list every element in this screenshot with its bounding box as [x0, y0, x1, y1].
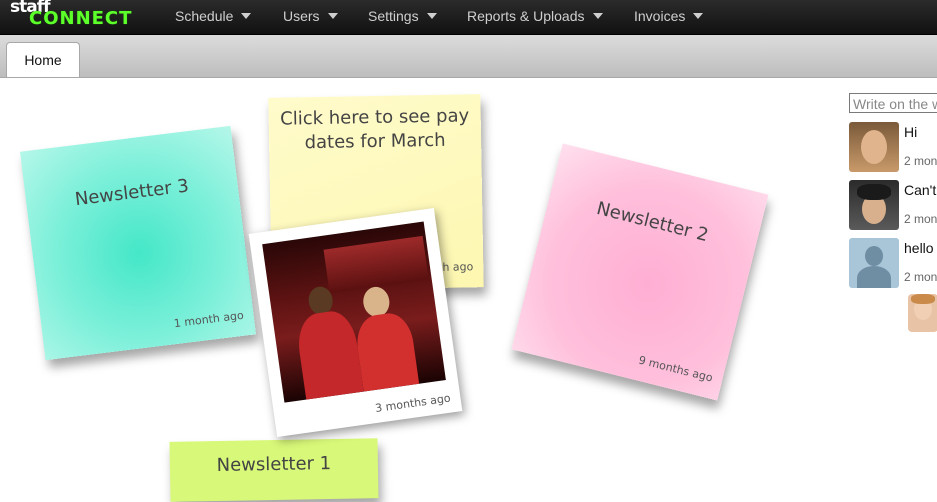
note-timestamp: 9 months ago — [637, 353, 715, 385]
sticky-note-newsletter-2[interactable]: Newsletter 2 9 months ago — [511, 143, 769, 401]
avatar[interactable] — [908, 294, 937, 332]
nav-schedule[interactable]: Schedule — [175, 0, 252, 34]
chevron-down-icon — [241, 13, 252, 19]
note-title: Newsletter 1 — [216, 453, 332, 476]
photo-person-body — [353, 310, 420, 398]
chevron-down-icon — [693, 13, 704, 19]
photo-timestamp: 3 months ago — [374, 391, 452, 416]
wall-post-time: 2 months ago — [904, 270, 937, 284]
nav-invoices[interactable]: Invoices — [634, 0, 704, 34]
top-navbar: staff CONNECT Schedule Users Settings Re… — [0, 0, 937, 35]
wall-post-text: hello — [904, 240, 934, 256]
wall-post-text: Can't wait — [904, 182, 937, 198]
nav-reports-uploads[interactable]: Reports & Uploads — [467, 0, 603, 34]
wall-post[interactable]: hello 2 months ago — [849, 238, 937, 293]
nav-schedule-label: Schedule — [175, 8, 234, 24]
chevron-down-icon — [592, 13, 603, 19]
tab-bar — [0, 35, 937, 78]
photo-banner — [323, 235, 429, 294]
logo-connect-text: CONNECT — [29, 8, 133, 29]
staff-connect-logo[interactable]: staff CONNECT — [10, 0, 155, 34]
nav-users[interactable]: Users — [283, 0, 338, 34]
tab-home[interactable]: Home — [6, 42, 80, 77]
note-title: Click here to see pay dates for March — [279, 105, 470, 154]
nav-settings[interactable]: Settings — [368, 0, 437, 34]
note-title: Newsletter 3 — [73, 175, 190, 211]
avatar[interactable] — [849, 180, 899, 230]
wall-post[interactable]: Can't wait 2 months ago — [849, 180, 937, 235]
default-avatar-icon[interactable] — [849, 238, 899, 288]
wall-post-text: Hi — [904, 124, 918, 140]
nav-users-label: Users — [283, 8, 320, 24]
sticky-note-newsletter-1[interactable]: Newsletter 1 — [169, 438, 379, 502]
nav-invoices-label: Invoices — [634, 8, 686, 24]
nav-reports-uploads-label: Reports & Uploads — [467, 8, 585, 24]
note-title: Newsletter 2 — [594, 197, 711, 247]
wall-post-time: 2 months ago — [904, 212, 937, 226]
sticky-note-newsletter-3[interactable]: Newsletter 3 1 month ago — [19, 125, 257, 361]
photo-person-body — [294, 308, 365, 403]
note-timestamp: 1 month ago — [173, 308, 245, 331]
event-photo — [262, 221, 446, 403]
wall-post-input[interactable]: Write on the wall — [849, 93, 937, 113]
chevron-down-icon — [426, 13, 437, 19]
chevron-down-icon — [327, 13, 338, 19]
wall-post-time: 2 months ago — [904, 154, 937, 168]
wall-post[interactable]: Hi 2 months ago — [849, 122, 937, 177]
photo-polaroid[interactable]: 3 months ago — [248, 207, 463, 438]
wall-panel: Write on the wall Hi 2 months ago Can't … — [849, 78, 937, 464]
nav-settings-label: Settings — [368, 8, 419, 24]
avatar[interactable] — [849, 122, 899, 172]
